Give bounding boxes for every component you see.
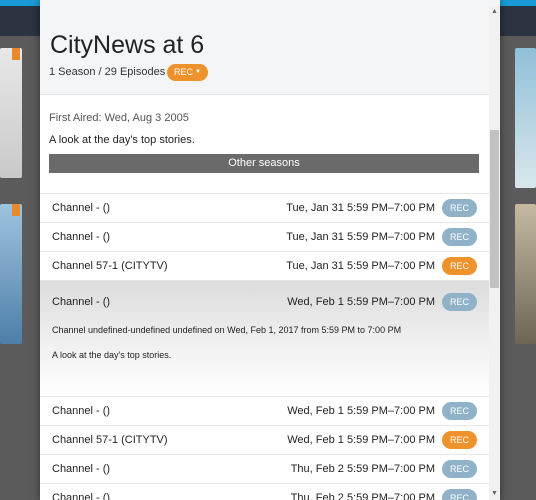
airing-time: Tue, Jan 31 5:59 PM–7:00 PM — [286, 202, 435, 214]
rec-button[interactable]: REC — [442, 228, 477, 246]
modal-header: CityNews at 6 1 Season / 29 Episodes REC… — [40, 0, 500, 95]
show-description: A look at the day's top stories. — [49, 134, 195, 146]
airing-time: Wed, Feb 1 5:59 PM–7:00 PM — [287, 434, 435, 446]
airing-row[interactable]: Channel - () Thu, Feb 2 5:59 PM–7:00 PM … — [40, 454, 489, 483]
airing-detail-description: A look at the day's top stories. — [52, 350, 172, 360]
airing-channel: Channel - () — [52, 202, 111, 214]
airing-time: Thu, Feb 2 5:59 PM–7:00 PM — [290, 492, 435, 500]
background-tile — [0, 204, 22, 344]
airings-list: Channel - () Tue, Jan 31 5:59 PM–7:00 PM… — [40, 193, 489, 500]
rec-button[interactable]: REC — [442, 460, 477, 478]
other-seasons-button[interactable]: Other seasons — [49, 154, 479, 173]
airing-time: Tue, Jan 31 5:59 PM–7:00 PM — [286, 260, 435, 272]
rec-button[interactable]: REC — [442, 489, 477, 500]
rec-label: REC — [174, 67, 194, 77]
airing-time: Wed, Feb 1 5:59 PM–7:00 PM — [287, 296, 435, 308]
season-episode-count: 1 Season / 29 Episodes — [49, 66, 166, 78]
rec-button[interactable]: REC — [442, 199, 477, 217]
airing-row[interactable]: Channel - () Thu, Feb 2 5:59 PM–7:00 PM … — [40, 483, 489, 500]
airing-row[interactable]: Channel - () Tue, Jan 31 5:59 PM–7:00 PM… — [40, 193, 489, 222]
scroll-down-arrow-icon[interactable]: ▼ — [489, 488, 500, 500]
record-series-button[interactable]: REC ▼ — [167, 64, 208, 81]
first-aired: First Aired: Wed, Aug 3 2005 — [49, 112, 189, 124]
modal-scrollbar[interactable]: ▲ ▼ — [489, 6, 500, 500]
airing-channel: Channel - () — [52, 405, 111, 417]
airing-channel: Channel 57-1 (CITYTV) — [52, 434, 168, 446]
airing-time: Thu, Feb 2 5:59 PM–7:00 PM — [290, 463, 435, 475]
rec-button[interactable]: REC — [442, 293, 477, 311]
airing-row[interactable]: Channel - () Tue, Jan 31 5:59 PM–7:00 PM… — [40, 222, 489, 251]
airing-channel: Channel 57-1 (CITYTV) — [52, 260, 168, 272]
show-title: CityNews at 6 — [50, 31, 205, 59]
airing-row[interactable]: Channel 57-1 (CITYTV) Wed, Feb 1 5:59 PM… — [40, 425, 489, 454]
scrollbar-thumb[interactable] — [490, 130, 499, 288]
caret-down-icon: ▼ — [195, 69, 201, 76]
airing-row[interactable]: Channel - () Wed, Feb 1 5:59 PM–7:00 PM … — [40, 396, 489, 425]
airing-channel: Channel - () — [52, 463, 111, 475]
rec-button[interactable]: REC — [442, 431, 477, 449]
airing-row-expanded[interactable]: Channel - () Wed, Feb 1 5:59 PM–7:00 PM … — [40, 280, 489, 396]
airing-channel: Channel - () — [52, 296, 111, 308]
airing-row[interactable]: Channel 57-1 (CITYTV) Tue, Jan 31 5:59 P… — [40, 251, 489, 280]
airing-channel: Channel - () — [52, 231, 111, 243]
airing-channel: Channel - () — [52, 492, 111, 500]
rec-button[interactable]: REC — [442, 402, 477, 420]
background-tile — [515, 48, 536, 188]
scroll-up-arrow-icon[interactable]: ▲ — [489, 6, 500, 18]
background-tile — [0, 48, 22, 178]
show-details-modal: CityNews at 6 1 Season / 29 Episodes REC… — [40, 0, 500, 500]
airing-detail: Channel undefined-undefined undefined on… — [52, 325, 402, 335]
airing-time: Wed, Feb 1 5:59 PM–7:00 PM — [287, 405, 435, 417]
background-tile — [515, 204, 536, 344]
airing-time: Tue, Jan 31 5:59 PM–7:00 PM — [286, 231, 435, 243]
rec-button[interactable]: REC — [442, 257, 477, 275]
